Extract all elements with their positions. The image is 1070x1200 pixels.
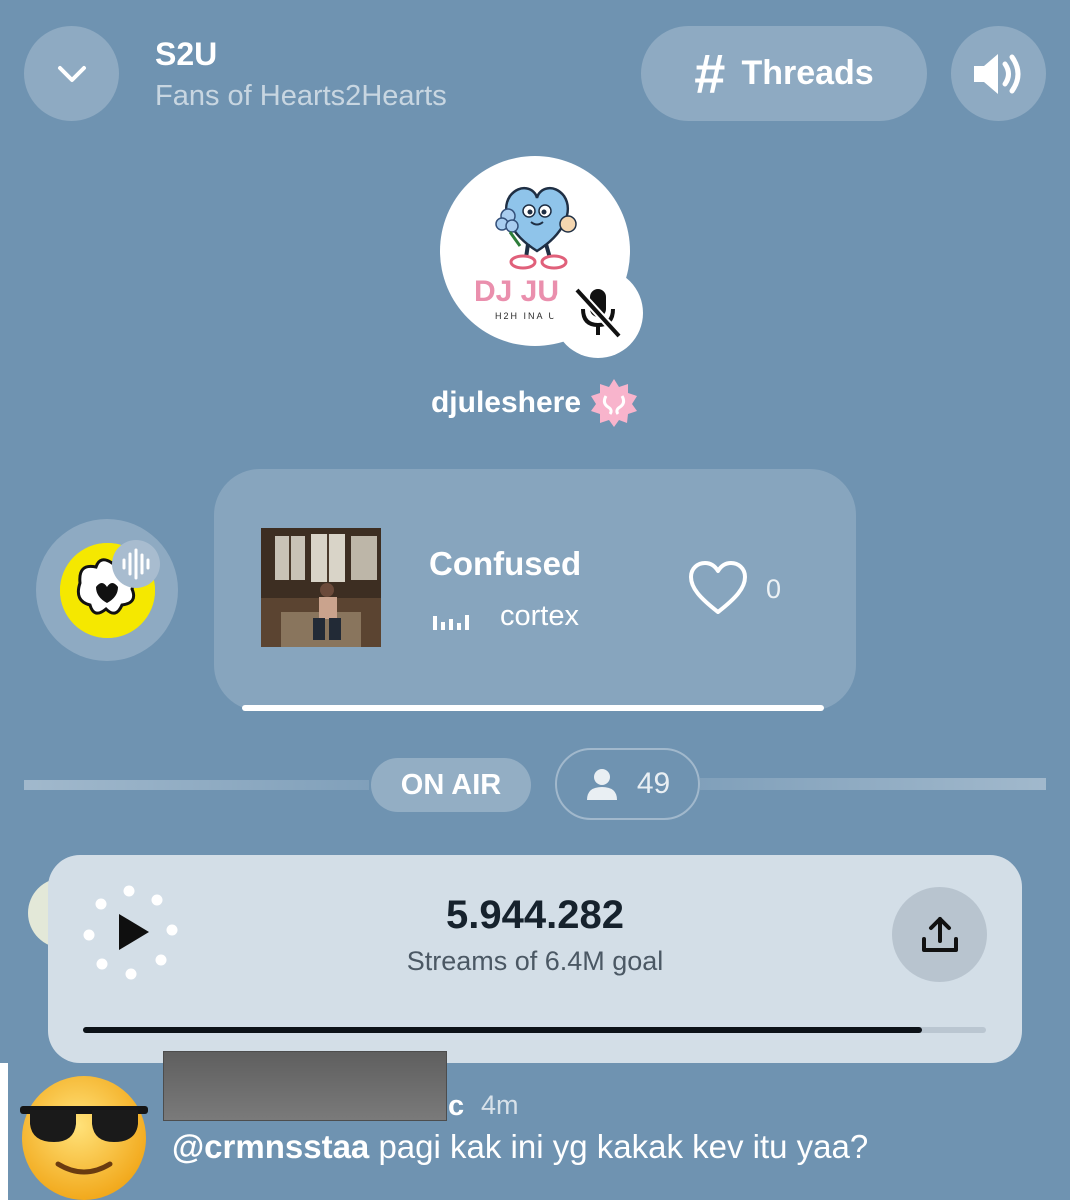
- chat-timestamp: 4m: [481, 1090, 519, 1120]
- muted-mic-badge: [553, 268, 643, 358]
- hashtag-icon: #: [694, 41, 726, 105]
- collapse-button[interactable]: [24, 26, 119, 121]
- person-icon: [586, 769, 617, 800]
- mic-off-icon: [574, 287, 622, 339]
- chat-message-text: pagi kak ini yg kakak kev itu yaa?: [369, 1128, 869, 1165]
- divider-right: [700, 778, 1046, 790]
- speaker-button[interactable]: [951, 26, 1046, 121]
- song-progress-bar: [242, 705, 824, 711]
- like-count: 0: [766, 574, 782, 604]
- song-artist: cortex: [500, 600, 579, 632]
- avatar-logo-subtext: H2H INA U: [495, 311, 557, 321]
- room-subtitle: Fans of Hearts2Hearts: [155, 80, 447, 112]
- threads-label: Threads: [741, 54, 874, 92]
- listeners-button[interactable]: 49: [555, 748, 700, 820]
- on-air-badge: ON AIR: [371, 758, 531, 812]
- share-upload-icon: [921, 916, 958, 952]
- chat-username[interactable]: c: [448, 1090, 464, 1123]
- avatar-logo-text: DJ JU: [474, 275, 559, 308]
- fan-badge-icon: [591, 379, 638, 427]
- sunglasses-emoji-avatar[interactable]: [18, 1072, 150, 1200]
- listener-count: 49: [636, 767, 671, 800]
- stream-goal-progress: [83, 1027, 922, 1033]
- edge-strip: [0, 1063, 8, 1200]
- album-art: [261, 528, 381, 647]
- chat-message: @crmnsstaa pagi kak ini yg kakak kev itu…: [172, 1128, 868, 1166]
- host-name-row: djuleshere: [0, 378, 1070, 428]
- song-title: Confused: [429, 545, 582, 582]
- equalizer-icon: [433, 615, 469, 630]
- chat-mention[interactable]: @crmnsstaa: [172, 1128, 369, 1165]
- speaker-icon: [973, 53, 1020, 94]
- heart-icon[interactable]: [688, 560, 748, 616]
- share-button[interactable]: [892, 887, 987, 982]
- threads-button[interactable]: # Threads: [641, 26, 927, 121]
- redacted-username: [163, 1051, 447, 1121]
- audio-wave-badge-icon: [112, 540, 160, 588]
- chevron-down-icon: [57, 65, 86, 82]
- host-username[interactable]: djuleshere: [431, 386, 581, 420]
- divider-left: [24, 780, 369, 790]
- room-name: S2U: [155, 36, 218, 72]
